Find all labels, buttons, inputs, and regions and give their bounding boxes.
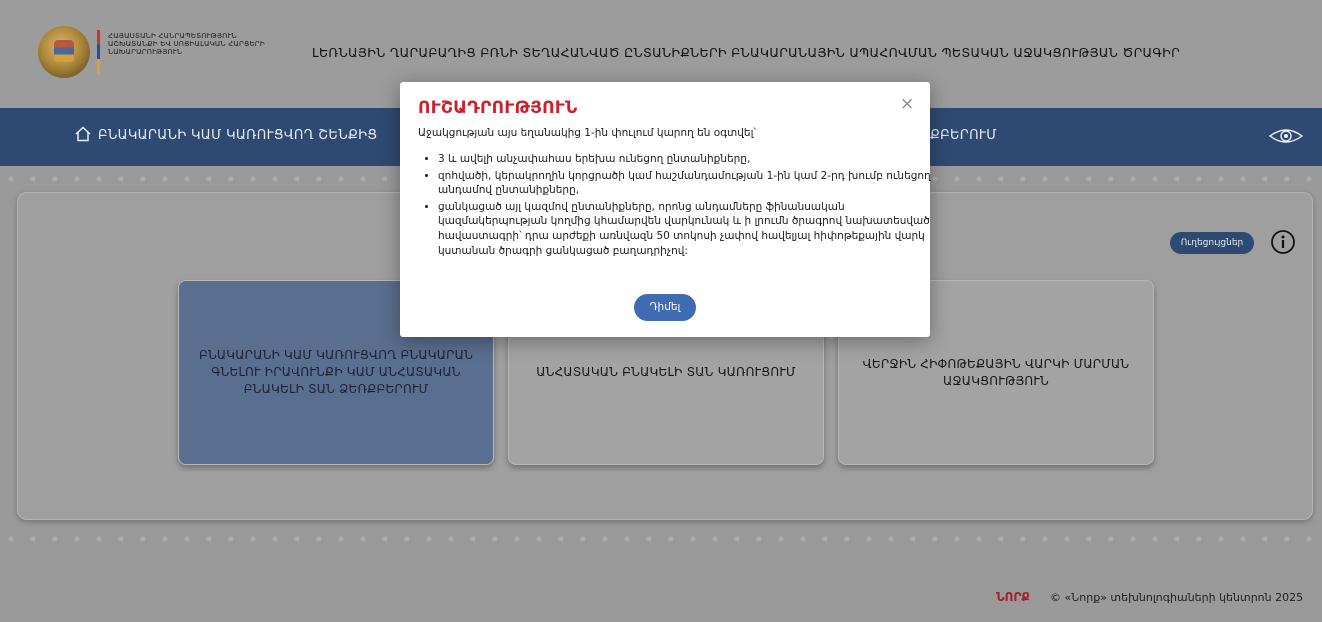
home-icon[interactable] <box>74 125 92 143</box>
info-icon[interactable] <box>1270 229 1296 255</box>
apply-button[interactable]: Դիմել <box>634 294 696 321</box>
modal-intro: Աջակցության այս եղանակից 1-ին փուլում կա… <box>418 127 756 139</box>
decorative-dots-bottom <box>0 530 1322 548</box>
close-icon[interactable]: × <box>900 94 914 114</box>
flag-stripe <box>97 30 100 74</box>
copyright-text: © «Նորք» տեխնոլոգիաների կենտրոն 2025 <box>1050 591 1304 604</box>
norq-logo: ՆՈՐՔ <box>996 590 1030 604</box>
eligibility-list: 3 և ավելի անչափահաս երեխա ունեցող ընտանի… <box>424 152 933 260</box>
nav-item-apartment[interactable]: ԲՆԱԿԱՐԱՆԻ ԿԱՄ ԿԱՌՈՒՑՎՈՂ ՇԵՆՔԻՑ <box>98 128 377 143</box>
list-item: զոհվածի, կերակրողին կորցրածի կամ հաշմանդ… <box>438 169 933 198</box>
coat-of-arms-icon <box>38 26 90 78</box>
ministry-name: ՀԱՅԱՍՏԱՆԻ ՀԱՆՐԱՊԵՏՈՒԹՅՈՒՆ ԱՇԽԱՏԱՆՔԻ ԵՎ Ս… <box>108 32 265 56</box>
instructions-button[interactable]: Ուղեցույցներ <box>1170 232 1254 254</box>
modal-title: ՈՒՇԱԴՐՈՒԹՅՈՒՆ <box>418 98 578 118</box>
eye-icon[interactable] <box>1268 126 1304 146</box>
nav-item-acquisition[interactable]: ՔԲԵՐՈՒՄ <box>930 128 997 143</box>
list-item: 3 և ավելի անչափահաս երեխա ունեցող ընտանի… <box>438 152 933 167</box>
program-title: ԼԵՌՆԱՅԻՆ ՂԱՐԱԲԱՂԻՑ ԲՌՆԻ ՏԵՂԱՀԱՆՎԱԾ ԸՆՏԱՆ… <box>312 45 1181 60</box>
attention-modal: ՈՒՇԱԴՐՈՒԹՅՈՒՆ × Աջակցության այս եղանակից… <box>400 82 933 337</box>
list-item: ցանկացած այլ կազմով ընտանիքները, որոնց ա… <box>438 200 933 258</box>
